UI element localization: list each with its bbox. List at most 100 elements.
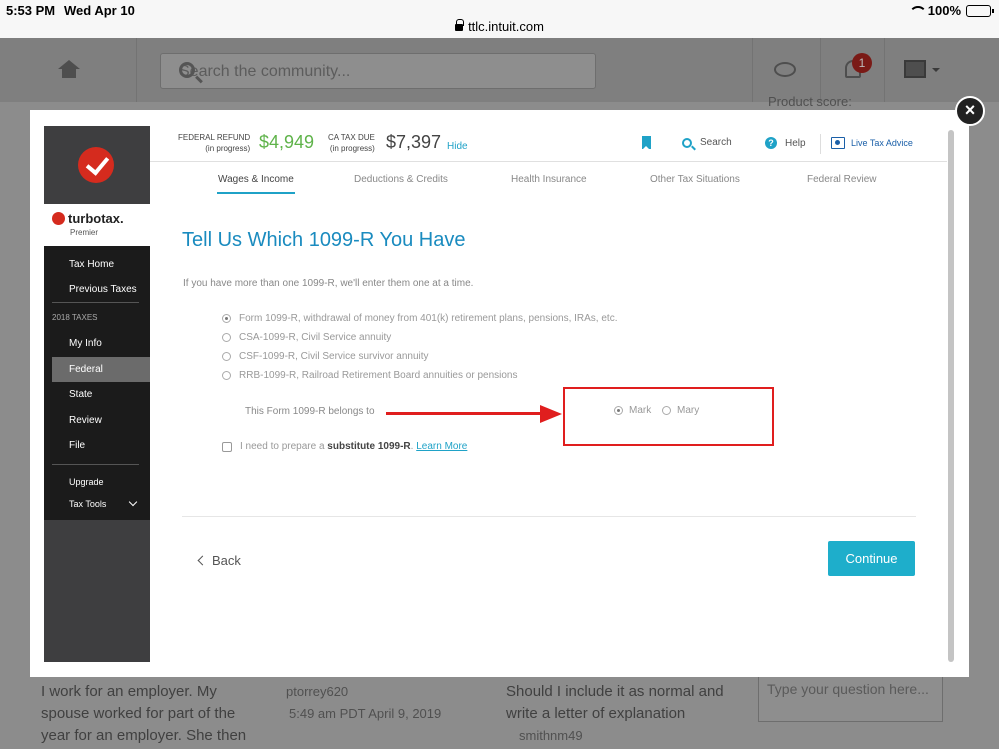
- ca-tax-amount: $7,397: [386, 132, 442, 152]
- help-label: Help: [785, 137, 806, 149]
- divider: [52, 464, 139, 465]
- annotation-arrow: [386, 412, 542, 415]
- ca-tax-status: (in progress): [329, 144, 375, 153]
- hide-link[interactable]: Hide: [447, 141, 468, 152]
- turbotax-modal: [30, 110, 969, 677]
- tab-health-insurance[interactable]: Health Insurance: [511, 174, 587, 185]
- clock: 5:53 PM: [6, 3, 56, 18]
- lock-icon: [455, 19, 465, 31]
- address-bar[interactable]: ttlc.intuit.com: [0, 19, 999, 34]
- search-icon: [682, 137, 692, 148]
- option-rrb-1099-r[interactable]: RRB-1099-R, Railroad Retirement Board an…: [222, 370, 517, 381]
- radio-button[interactable]: [222, 371, 231, 380]
- sidebar-item-previous-taxes[interactable]: Previous Taxes: [44, 277, 150, 302]
- sidebar-item-tax-home[interactable]: Tax Home: [44, 252, 150, 277]
- radio-button[interactable]: [222, 333, 231, 342]
- post-author-1: ptorrey620: [286, 684, 349, 699]
- search-label: Search: [700, 137, 732, 148]
- post-line: year for an employer. She then: [41, 727, 247, 744]
- chevron-down-icon: [128, 497, 138, 507]
- caret-down-icon: [932, 68, 940, 72]
- scrollbar-thumb[interactable]: [948, 130, 954, 662]
- sidebar-item-my-info[interactable]: My Info: [44, 331, 150, 356]
- federal-refund-status: (in progress): [205, 144, 251, 153]
- substitute-prefix: I need to prepare a: [240, 441, 328, 452]
- help-button[interactable]: ? Help: [765, 137, 806, 149]
- learn-more-link[interactable]: Learn More: [416, 441, 467, 452]
- notification-badge: 1: [852, 53, 872, 73]
- turbotax-sidebar: turbotax. Premier Tax Home Previous Taxe…: [44, 126, 150, 662]
- option-form-1099-r[interactable]: Form 1099-R, withdrawal of money from 40…: [222, 313, 617, 324]
- close-icon[interactable]: ×: [955, 96, 985, 126]
- chat-icon: [774, 62, 796, 77]
- search-button[interactable]: Search: [682, 137, 732, 148]
- url-text: ttlc.intuit.com: [468, 19, 544, 34]
- back-button[interactable]: Back: [197, 553, 241, 568]
- sidebar-item-review[interactable]: Review: [44, 408, 150, 433]
- owner-option-mary[interactable]: Mary: [662, 405, 699, 416]
- federal-refund-title: FEDERAL REFUND: [178, 133, 251, 142]
- battery-icon: [966, 4, 994, 17]
- sidebar-item-state[interactable]: State: [44, 382, 150, 407]
- radio-button[interactable]: [222, 352, 231, 361]
- radio-button[interactable]: [222, 314, 231, 323]
- post-author-2: smithnm49: [519, 728, 583, 743]
- ca-tax-label: CA TAX DUE (in progress): [328, 132, 375, 154]
- option-csf-1099-r[interactable]: CSF-1099-R, Civil Service survivor annui…: [222, 351, 429, 362]
- help-icon: ?: [765, 137, 777, 149]
- sidebar-item-tax-tools[interactable]: Tax Tools: [44, 492, 150, 517]
- status-indicators: 100%: [909, 3, 994, 18]
- owner-label: Mary: [677, 405, 700, 416]
- substitute-text: I need to prepare a substitute 1099-R. L…: [240, 441, 467, 452]
- post-time-1: 5:49 am PDT April 9, 2019: [289, 706, 442, 721]
- bookmark-icon[interactable]: [642, 136, 651, 150]
- owner-option-mark[interactable]: Mark: [614, 405, 651, 416]
- option-label: RRB-1099-R, Railroad Retirement Board an…: [239, 370, 518, 381]
- divider: [820, 134, 821, 154]
- avatar: [904, 60, 926, 78]
- date: Wed Apr 10: [64, 3, 135, 18]
- live-advice-label: Live Tax Advice: [851, 138, 913, 148]
- ca-tax-title: CA TAX DUE: [328, 133, 375, 142]
- search-icon: [179, 62, 195, 78]
- divider: [52, 302, 139, 303]
- ios-status-bar: 5:53 PM Wed Apr 10 ttlc.intuit.com 100%: [0, 0, 999, 38]
- continue-button[interactable]: Continue: [828, 541, 915, 576]
- section-label-2018-taxes: 2018 TAXES: [52, 313, 98, 322]
- tab-wages-income[interactable]: Wages & Income: [218, 174, 294, 185]
- active-tab-indicator: [217, 192, 295, 194]
- post-preview-2: Should I include it as normal and write …: [506, 681, 724, 725]
- radio-button[interactable]: [614, 406, 623, 415]
- question-input: Type your question here...: [758, 670, 943, 722]
- community-search: Search the community...: [160, 53, 596, 89]
- sidebar-item-file[interactable]: File: [44, 433, 150, 458]
- post-preview-1: I work for an employer. My spouse worked…: [41, 681, 246, 747]
- option-csa-1099-r[interactable]: CSA-1099-R, Civil Service annuity: [222, 332, 391, 343]
- owner-label: Mark: [629, 405, 652, 416]
- substitute-1099r-option: I need to prepare a substitute 1099-R. L…: [222, 441, 467, 452]
- option-label: Form 1099-R, withdrawal of money from 40…: [239, 313, 618, 324]
- tab-federal-review[interactable]: Federal Review: [807, 174, 876, 185]
- tab-deductions-credits[interactable]: Deductions & Credits: [354, 174, 448, 185]
- back-label: Back: [212, 553, 241, 568]
- live-tax-advice-button[interactable]: Live Tax Advice: [831, 137, 913, 149]
- federal-refund-amount: $4,949: [259, 132, 315, 152]
- community-search-placeholder: Search the community...: [179, 63, 351, 80]
- annotation-arrow-head: [540, 405, 562, 423]
- tab-other-tax-situations[interactable]: Other Tax Situations: [650, 174, 740, 185]
- post-line: Should I include it as normal and: [506, 683, 724, 700]
- option-label: CSA-1099-R, Civil Service annuity: [239, 332, 392, 343]
- sidebar-item-federal[interactable]: Federal: [52, 357, 150, 382]
- community-header: Search the community... 1: [0, 38, 999, 102]
- option-label: CSF-1099-R, Civil Service survivor annui…: [239, 351, 429, 362]
- post-line: spouse worked for part of the: [41, 705, 236, 722]
- wifi-icon: [909, 6, 923, 16]
- radio-button[interactable]: [662, 406, 671, 415]
- product-score-label: Product score:: [768, 94, 852, 109]
- brand-logo: turbotax. Premier: [44, 204, 150, 246]
- substitute-checkbox[interactable]: [222, 441, 232, 452]
- turbotax-mini-check-icon: [52, 212, 65, 225]
- chevron-left-icon: [197, 555, 208, 566]
- question-placeholder: Type your question here...: [767, 681, 929, 697]
- post-line: write a letter of explanation: [506, 705, 686, 722]
